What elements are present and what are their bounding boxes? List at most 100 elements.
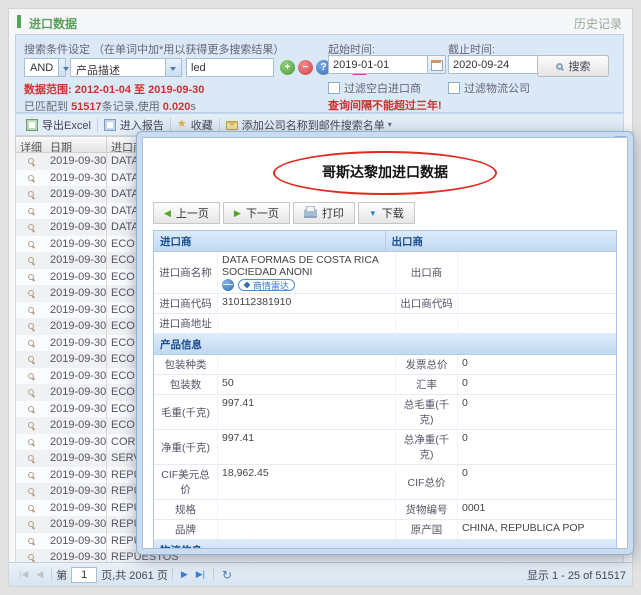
row-magnifier-icon[interactable] bbox=[28, 538, 34, 544]
detail-value: 997.41 bbox=[218, 430, 396, 464]
row-magnifier-icon[interactable] bbox=[28, 175, 34, 181]
row-magnifier-icon[interactable] bbox=[28, 307, 34, 313]
page-number-input[interactable] bbox=[71, 567, 97, 583]
row-magnifier-icon[interactable] bbox=[28, 488, 34, 494]
detail-label: 进口商地址 bbox=[154, 314, 218, 333]
row-magnifier-icon[interactable] bbox=[28, 389, 34, 395]
detail-row: 毛重(千克)997.41总毛重(千克)0 bbox=[154, 395, 616, 430]
row-magnifier-icon[interactable] bbox=[28, 191, 34, 197]
row-magnifier-icon[interactable] bbox=[28, 373, 34, 379]
detail-row: 包装种类发票总价0 bbox=[154, 355, 616, 375]
detail-label: 进口商名称 bbox=[154, 252, 218, 293]
detail-label: 品牌 bbox=[154, 520, 218, 539]
start-date-input[interactable] bbox=[328, 55, 428, 74]
search-button[interactable]: 搜索 bbox=[537, 55, 609, 77]
calendar-icon[interactable] bbox=[428, 55, 446, 74]
row-magnifier-icon[interactable] bbox=[28, 521, 34, 527]
filter-blank-importer-checkbox[interactable]: 过滤空白进口商 bbox=[328, 80, 421, 96]
row-magnifier-icon[interactable] bbox=[28, 257, 34, 263]
row-date: 2019-09-30 bbox=[46, 434, 106, 451]
remove-condition-icon[interactable]: − bbox=[298, 60, 313, 75]
page-header: 进口数据 历史记录 bbox=[9, 9, 632, 34]
search-field-select[interactable]: 产品描述 bbox=[70, 58, 182, 77]
detail-label: 发票总价 bbox=[396, 355, 458, 374]
row-magnifier-icon[interactable] bbox=[28, 439, 34, 445]
col-header-detail[interactable]: 详细 bbox=[16, 137, 46, 152]
modal-button-下载[interactable]: ▼下载 bbox=[358, 202, 415, 224]
chevron-down-icon[interactable] bbox=[58, 59, 65, 76]
refresh-icon[interactable]: ↻ bbox=[222, 568, 232, 582]
add-condition-icon[interactable]: + bbox=[280, 60, 295, 75]
row-magnifier-icon[interactable] bbox=[28, 505, 34, 511]
radar-icon bbox=[244, 282, 251, 289]
row-date: 2019-09-30 bbox=[46, 318, 106, 335]
detail-value: 0001 bbox=[458, 500, 616, 519]
detail-table: 进口商出口商进口商名称DATA FORMAS DE COSTA RICA SOC… bbox=[153, 230, 617, 549]
detail-label: 原产国 bbox=[396, 520, 458, 539]
row-magnifier-icon[interactable] bbox=[28, 340, 34, 346]
next-page-icon[interactable]: ▶ bbox=[181, 569, 188, 580]
row-magnifier-icon[interactable] bbox=[28, 422, 34, 428]
bool-operator-select[interactable]: AND bbox=[24, 58, 66, 77]
globe-icon[interactable] bbox=[222, 279, 234, 291]
row-magnifier-icon[interactable] bbox=[28, 241, 34, 247]
row-date: 2019-09-30 bbox=[46, 516, 106, 533]
row-magnifier-icon[interactable] bbox=[28, 158, 34, 164]
detail-label: 净重(千克) bbox=[154, 430, 218, 464]
checkbox-icon[interactable] bbox=[328, 82, 340, 94]
last-page-icon[interactable]: ▶| bbox=[196, 569, 205, 580]
prev-page-icon[interactable]: ◀ bbox=[36, 569, 43, 580]
detail-value bbox=[458, 314, 616, 333]
modal-button-打印[interactable]: 打印 bbox=[293, 202, 355, 224]
row-magnifier-icon[interactable] bbox=[28, 274, 34, 280]
detail-label: 出口商代码 bbox=[396, 294, 458, 313]
detail-value: 0 bbox=[458, 355, 616, 374]
row-date: 2019-09-30 bbox=[46, 236, 106, 253]
chevron-down-icon: ▾ bbox=[388, 120, 392, 129]
detail-value: 310112381910 bbox=[218, 294, 396, 313]
row-magnifier-icon[interactable] bbox=[28, 472, 34, 478]
detail-label: 货物编号 bbox=[396, 500, 458, 519]
modal-button-label: 打印 bbox=[322, 205, 344, 221]
detail-value: 0 bbox=[458, 465, 616, 499]
row-date: 2019-09-30 bbox=[46, 450, 106, 467]
detail-label: 规格 bbox=[154, 500, 218, 519]
arrow-right-icon: ▶ bbox=[234, 208, 241, 219]
row-date: 2019-09-30 bbox=[46, 533, 106, 550]
matched-time: 0.020 bbox=[163, 101, 191, 113]
first-page-icon[interactable]: |◀ bbox=[19, 569, 28, 580]
row-magnifier-icon[interactable] bbox=[28, 290, 34, 296]
row-date: 2019-09-30 bbox=[46, 417, 106, 434]
filter-logistics-checkbox[interactable]: 过滤物流公司 bbox=[448, 80, 530, 96]
row-magnifier-icon[interactable] bbox=[28, 554, 34, 560]
history-link[interactable]: 历史记录 bbox=[574, 15, 622, 32]
row-magnifier-icon[interactable] bbox=[28, 224, 34, 230]
row-magnifier-icon[interactable] bbox=[28, 323, 34, 329]
modal-button-上一页[interactable]: ◀上一页 bbox=[153, 202, 220, 224]
detail-value bbox=[458, 252, 616, 293]
keyword-input[interactable] bbox=[186, 58, 274, 77]
row-magnifier-icon[interactable] bbox=[28, 208, 34, 214]
modal-title: 哥斯达黎加进口数据 bbox=[322, 164, 448, 180]
detail-label: 毛重(千克) bbox=[154, 395, 218, 429]
end-date-input[interactable] bbox=[448, 55, 548, 74]
col-header-date[interactable]: 日期 bbox=[46, 137, 106, 152]
modal-button-下一页[interactable]: ▶下一页 bbox=[223, 202, 290, 224]
detail-label: 总净重(千克) bbox=[396, 430, 458, 464]
detail-value bbox=[218, 355, 396, 374]
row-magnifier-icon[interactable] bbox=[28, 406, 34, 412]
row-magnifier-icon[interactable] bbox=[28, 356, 34, 362]
detail-value: CHINA, REPUBLICA POP bbox=[458, 520, 616, 539]
row-date: 2019-09-30 bbox=[46, 269, 106, 286]
export-excel-button[interactable]: 导出Excel bbox=[20, 114, 97, 135]
detail-label: CIF总价 bbox=[396, 465, 458, 499]
chevron-down-icon[interactable] bbox=[165, 59, 181, 76]
row-date: 2019-09-30 bbox=[46, 219, 106, 236]
row-magnifier-icon[interactable] bbox=[28, 455, 34, 461]
checkbox-icon[interactable] bbox=[448, 82, 460, 94]
detail-row: 规格 货物编号0001 bbox=[154, 500, 616, 520]
detail-value bbox=[218, 314, 396, 333]
row-date: 2019-09-30 bbox=[46, 170, 106, 187]
row-date: 2019-09-30 bbox=[46, 483, 106, 500]
business-radar-badge[interactable]: 商情雷达 bbox=[238, 279, 295, 291]
